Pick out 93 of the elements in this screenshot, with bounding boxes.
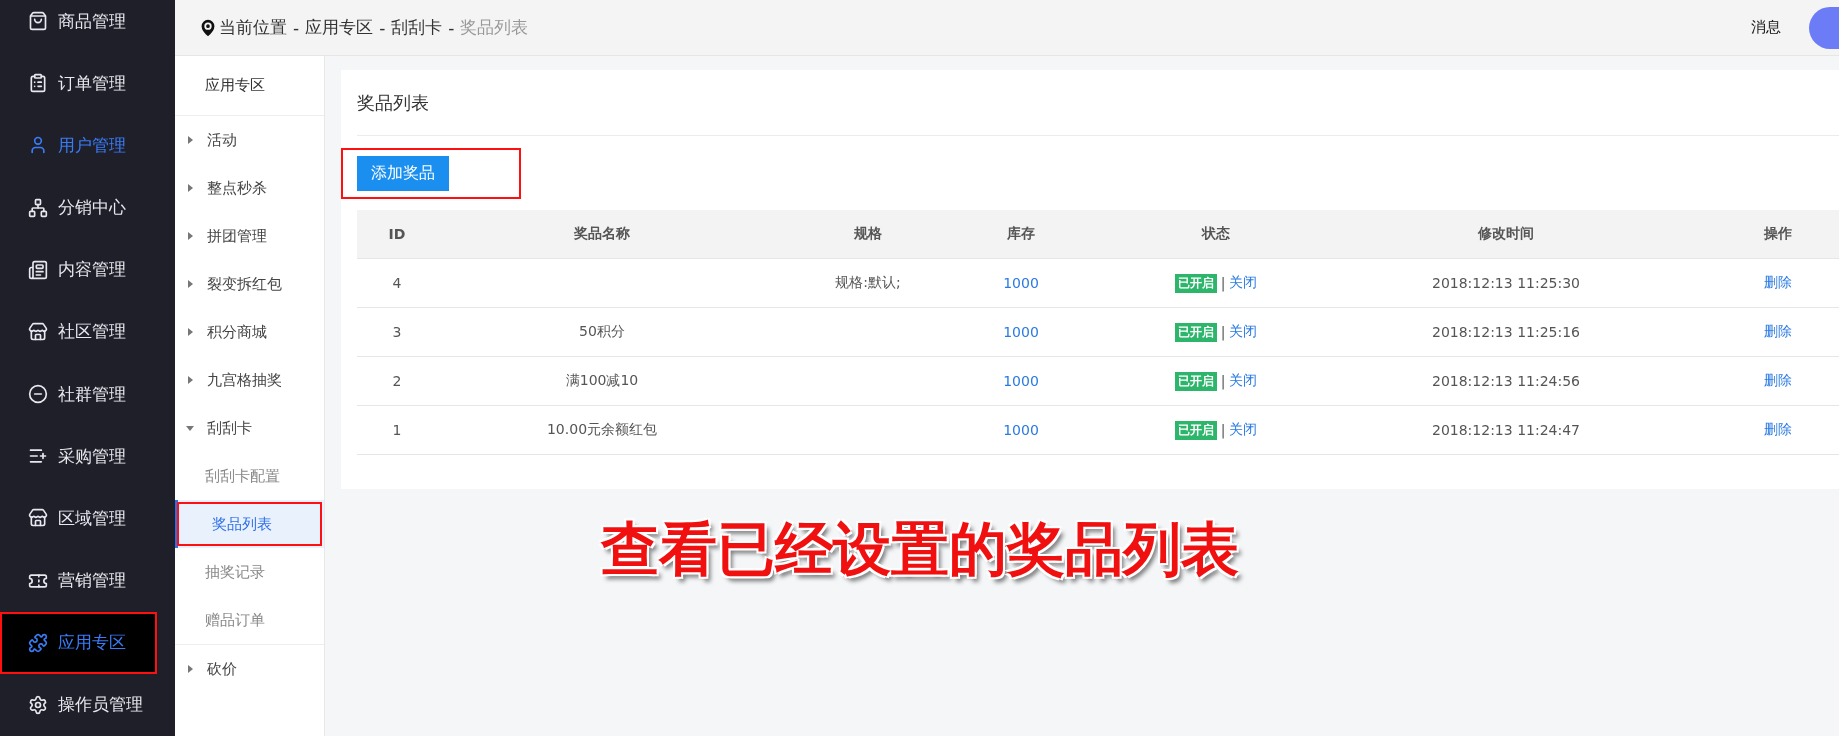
- status-badge: 已开启: [1174, 420, 1217, 440]
- sidebar-item[interactable]: 操作员管理: [0, 673, 175, 736]
- toggle-link[interactable]: 关闭: [1229, 323, 1258, 341]
- status-badge: 已开启: [1174, 322, 1217, 342]
- column-header: 规格: [767, 210, 969, 259]
- sidebar-item[interactable]: 区域管理: [0, 487, 175, 550]
- breadcrumb-item[interactable]: 刮刮卡: [391, 16, 443, 39]
- stock-link[interactable]: 1000: [969, 308, 1073, 357]
- submenu-item[interactable]: 抽奖记录: [175, 548, 324, 596]
- hierarchy-icon: [28, 197, 48, 218]
- delete-link[interactable]: 删除: [1653, 357, 1839, 406]
- status-badge: 已开启: [1174, 273, 1217, 293]
- sidebar-item[interactable]: 采购管理: [0, 425, 175, 488]
- table-cell: 10.00元余额红包: [437, 406, 767, 455]
- card-icon: [28, 259, 48, 280]
- caret-down-icon: [185, 423, 195, 433]
- panel-title: 奖品列表: [357, 70, 1839, 136]
- table-cell: 50积分: [437, 308, 767, 357]
- delete-link[interactable]: 删除: [1653, 308, 1839, 357]
- delete-link[interactable]: 删除: [1653, 406, 1839, 455]
- messages-link[interactable]: 消息: [1751, 18, 1781, 37]
- breadcrumb-separator: -: [293, 17, 300, 38]
- column-header: 操作: [1653, 210, 1839, 259]
- table-cell: 满100减10: [437, 357, 767, 406]
- caret-right-icon: [185, 231, 195, 241]
- submenu-group[interactable]: 砍价: [175, 645, 324, 693]
- table-cell: 2018:12:13 11:25:30: [1359, 259, 1653, 308]
- sidebar-item[interactable]: 营销管理: [0, 549, 175, 612]
- submenu-group[interactable]: 九宫格抽奖: [175, 356, 324, 404]
- caret-right-icon: [185, 279, 195, 289]
- submenu-group[interactable]: 拼团管理: [175, 212, 324, 260]
- breadcrumb-separator: -: [448, 17, 455, 38]
- submenu-group[interactable]: 整点秒杀: [175, 164, 324, 212]
- column-header: 库存: [969, 210, 1073, 259]
- caret-right-icon: [185, 375, 195, 385]
- stock-link[interactable]: 1000: [969, 259, 1073, 308]
- store-icon: [28, 321, 48, 342]
- caret-right-icon: [185, 135, 195, 145]
- separator: |: [1220, 275, 1226, 291]
- separator: |: [1220, 422, 1226, 438]
- submenu-title: 应用专区: [175, 56, 324, 116]
- delete-link[interactable]: 删除: [1653, 259, 1839, 308]
- sidebar-item[interactable]: 分销中心: [0, 176, 175, 239]
- table-cell: 2018:12:13 11:24:56: [1359, 357, 1653, 406]
- submenu-group[interactable]: 积分商城: [175, 308, 324, 356]
- table-cell: 4: [357, 259, 437, 308]
- sidebar-item[interactable]: 订单管理: [0, 52, 175, 115]
- sidebar-item[interactable]: 商品管理: [0, 0, 175, 53]
- puzzle-icon: [28, 632, 48, 653]
- submenu-item[interactable]: 赠品订单: [175, 596, 324, 644]
- caret-right-icon: [185, 183, 195, 193]
- breadcrumb-item: 奖品列表: [460, 16, 529, 39]
- column-header: 修改时间: [1359, 210, 1653, 259]
- caret-right-icon: [185, 327, 195, 337]
- caret-right-icon: [185, 664, 195, 674]
- column-header: 状态: [1073, 210, 1359, 259]
- table-cell: 2018:12:13 11:25:16: [1359, 308, 1653, 357]
- sidebar-item[interactable]: 内容管理: [0, 238, 175, 301]
- sidebar-item[interactable]: 社区管理: [0, 300, 175, 364]
- user-icon: [28, 135, 48, 156]
- sidebar-item[interactable]: 用户管理: [0, 114, 175, 177]
- avatar[interactable]: [1809, 6, 1839, 49]
- table-cell: 2: [357, 357, 437, 406]
- submenu-item[interactable]: 奖品列表: [175, 500, 324, 548]
- breadcrumb-item[interactable]: 应用专区: [305, 16, 374, 39]
- toggle-link[interactable]: 关闭: [1229, 421, 1258, 439]
- table-cell: 3: [357, 308, 437, 357]
- bag-icon: [28, 11, 48, 32]
- table-cell: 规格:默认;: [767, 259, 969, 308]
- sidebar-item[interactable]: 社群管理: [0, 363, 175, 426]
- stock-link[interactable]: 1000: [969, 357, 1073, 406]
- separator: |: [1220, 373, 1226, 389]
- table-cell: 1: [357, 406, 437, 455]
- toggle-link[interactable]: 关闭: [1229, 274, 1258, 292]
- submenu-group[interactable]: 活动: [175, 116, 324, 164]
- table-cell: 2018:12:13 11:24:47: [1359, 406, 1653, 455]
- submenu-group[interactable]: 裂变拆红包: [175, 260, 324, 308]
- minus-circle-icon: [28, 384, 48, 405]
- submenu-item[interactable]: 刮刮卡配置: [175, 452, 324, 500]
- column-header: ID: [357, 210, 437, 259]
- toggle-link[interactable]: 关闭: [1229, 372, 1258, 390]
- annotation-caption: 查看已经设置的奖品列表: [601, 514, 1240, 585]
- settings-icon: [28, 694, 48, 715]
- column-header: 奖品名称: [437, 210, 767, 259]
- clipboard-icon: [28, 73, 48, 94]
- store-icon: [28, 508, 48, 529]
- submenu-group[interactable]: 刮刮卡: [175, 404, 324, 452]
- stock-link[interactable]: 1000: [969, 406, 1073, 455]
- status-badge: 已开启: [1174, 371, 1217, 391]
- breadcrumb-item: 当前位置: [219, 16, 287, 39]
- sidebar-item[interactable]: 应用专区: [0, 611, 157, 674]
- separator: |: [1220, 324, 1226, 340]
- breadcrumb-separator: -: [379, 17, 386, 38]
